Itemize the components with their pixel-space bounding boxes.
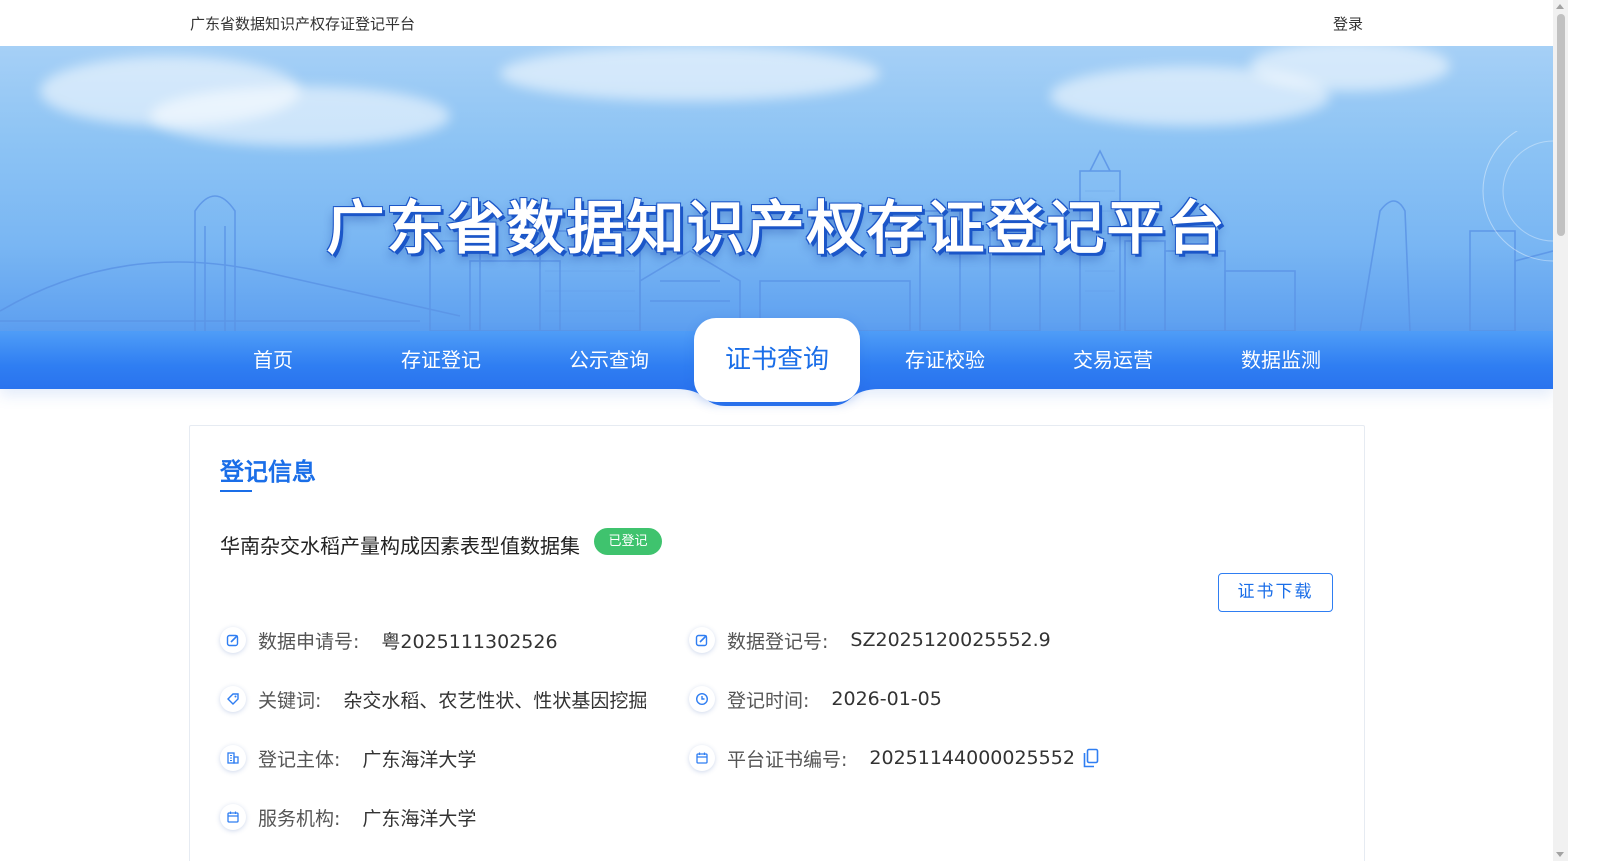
nav-item-verify[interactable]: 存证校验 [861,331,1029,389]
scroll-up-arrow-icon[interactable] [1556,4,1564,9]
calendar-icon [689,745,715,771]
status-badge: 已登记 [594,528,662,555]
field-registration-time: 登记时间: 2026-01-05 [689,682,942,716]
nav-item-monitoring[interactable]: 数据监测 [1197,331,1365,389]
field-registration-no: 数据登记号: SZ2025120025552.9 [689,623,1051,657]
section-title-underline [220,490,252,492]
registration-info-card: 登记信息 华南杂交水稻产量构成因素表型值数据集 已登记 证书下载 数据申请号: … [189,425,1365,861]
field-certificate-no: 平台证书编号: 20251144000025552 [689,741,1099,775]
field-value: 粤2025111302526 [381,630,558,653]
certificate-download-button[interactable]: 证书下载 [1218,573,1333,612]
field-label: 平台证书编号: [727,748,848,771]
field-value: 杂交水稻、农艺性状、性状基因挖掘 [343,689,648,712]
site-name: 广东省数据知识产权存证登记平台 [190,15,416,33]
nav-item-register[interactable]: 存证登记 [357,331,525,389]
scrollbar-thumb[interactable] [1557,14,1565,236]
nav-item-home[interactable]: 首页 [189,331,357,389]
login-link[interactable]: 登录 [1333,13,1363,34]
field-label: 数据申请号: [258,630,360,653]
field-service-org: 服务机构: 广东海洋大学 [220,800,476,834]
field-value: SZ2025120025552.9 [850,629,1051,651]
tag-icon [220,686,246,712]
field-value: 2026-01-05 [831,688,942,710]
dataset-name: 华南杂交水稻产量构成因素表型值数据集 [220,534,580,558]
field-label: 登记主体: [258,748,341,771]
edit-icon [220,627,246,653]
nav-item-public-query[interactable]: 公示查询 [525,331,693,389]
clock-icon [689,686,715,712]
top-bar: 广东省数据知识产权存证登记平台 登录 [0,0,1553,46]
copy-icon[interactable] [1083,748,1099,768]
field-keywords: 关键词: 杂交水稻、农艺性状、性状基因挖掘 [220,682,647,716]
field-registrant: 登记主体: 广东海洋大学 [220,741,476,775]
edit-icon [689,627,715,653]
field-value: 20251144000025552 [869,747,1075,769]
page-scrollbar[interactable] [1553,0,1568,861]
calendar-icon [220,804,246,830]
field-label: 服务机构: [258,807,341,830]
field-label: 登记时间: [727,689,810,712]
field-label: 数据登记号: [727,630,829,653]
hero-banner: 广东省数据知识产权存证登记平台 [0,46,1553,331]
field-value: 广东海洋大学 [362,748,477,771]
field-label: 关键词: [258,689,322,712]
field-application-no: 数据申请号: 粤2025111302526 [220,623,558,657]
building-icon [220,745,246,771]
scroll-down-arrow-icon[interactable] [1556,852,1564,857]
nav-item-certificate-query[interactable]: 证书查询 [694,318,860,402]
nav-item-trading[interactable]: 交易运营 [1029,331,1197,389]
banner-title: 广东省数据知识产权存证登记平台 [326,194,1227,262]
field-value: 广东海洋大学 [362,807,477,830]
section-title: 登记信息 [220,458,316,486]
